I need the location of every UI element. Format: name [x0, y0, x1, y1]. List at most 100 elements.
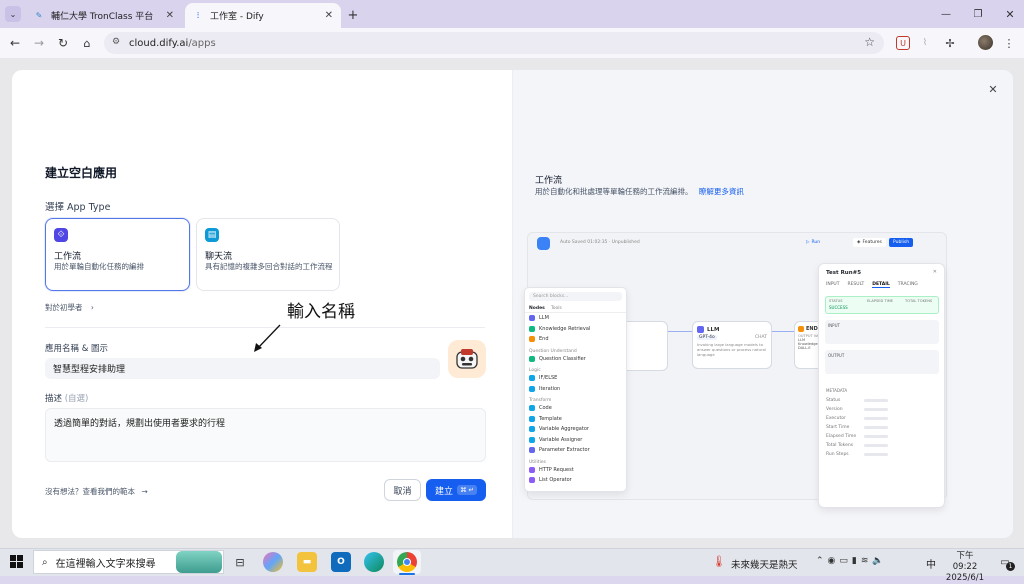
mock-llm-mode: CHAT — [754, 335, 767, 340]
mock-meta-list: Status Version Executor Start Time Elapsed T… — [826, 396, 888, 459]
node-type-icon — [529, 447, 535, 454]
back-icon[interactable]: ← — [6, 34, 24, 52]
browser-menu-icon[interactable]: ⋮ — [1002, 35, 1016, 51]
mock-menu-item: List Operator — [525, 475, 626, 486]
close-icon: ✕ — [932, 269, 937, 275]
app-type-workflow-card[interactable]: ⟐ 工作流 用於單輪自動化任務的編排 — [45, 218, 190, 291]
url-host: cloud.dify.ai — [129, 37, 189, 49]
learn-more-link[interactable]: 瞭解更多資訊 — [699, 187, 744, 196]
beginner-link[interactable]: 對於初學者 › — [45, 302, 94, 313]
mock-menu-list: LLM Knowledge Retrieval End Question Unders… — [525, 313, 626, 486]
chatflow-icon: ▤ — [205, 228, 219, 242]
node-type-icon — [529, 466, 535, 473]
windows-start-icon[interactable] — [10, 555, 23, 568]
node-type-icon — [529, 355, 535, 362]
app-type-chatflow-card[interactable]: ▤ 聊天流 具有記憶的複雜多回合對話的工作流程 — [196, 218, 340, 291]
create-button-label: 建立 — [434, 486, 453, 497]
mock-menu-item: Variable Aggregator — [525, 424, 626, 435]
dialog-title: 建立空白應用 — [45, 166, 118, 180]
mock-publish-label: Publish — [893, 240, 910, 245]
mock-meta-row: Elapsed Time — [826, 432, 888, 441]
extension-gray-icon[interactable]: ⌇ — [918, 36, 932, 50]
window-close-icon[interactable]: ✕ — [1000, 6, 1020, 22]
edge-icon[interactable] — [364, 552, 384, 572]
desc-label-text: 描述 — [45, 394, 63, 404]
meet-icon[interactable]: ◉ — [828, 556, 836, 566]
preview-title: 工作流 — [535, 176, 563, 186]
new-tab-button[interactable]: + — [345, 7, 361, 23]
node-type-icon — [529, 325, 535, 332]
ime-indicator[interactable]: 中 — [926, 556, 936, 571]
minimize-icon[interactable]: — — [936, 6, 956, 22]
close-icon[interactable]: ✕ — [166, 10, 174, 21]
storage-icon[interactable]: ▭ — [839, 556, 848, 566]
address-bar[interactable]: ⚙ cloud.dify.ai/apps ☆ — [104, 32, 884, 54]
mock-publish-button: Publish — [889, 238, 914, 247]
app-desc-textarea[interactable]: 透過簡單的對話，規劃出使用者要求的行程 — [45, 408, 486, 462]
app-type-desc: 具有記憶的複雜多回合對話的工作流程 — [205, 262, 333, 271]
chrome-icon[interactable] — [397, 552, 417, 572]
mock-llm-model: GPT-4o — [697, 335, 717, 340]
clock[interactable]: 下午 09:22 2025/6/1 — [943, 551, 987, 584]
mock-menu-item: Parameter Extractor — [525, 445, 626, 456]
outlook-icon[interactable]: O — [331, 552, 351, 572]
template-link[interactable]: 沒有想法？查看我們的範本 → — [45, 486, 148, 497]
create-button[interactable]: 建立 ⌘ ↵ — [426, 479, 486, 501]
mock-llm-text: Invoking large language models to answer… — [697, 342, 766, 357]
close-icon[interactable]: ✕ — [325, 10, 333, 21]
bookmark-star-icon[interactable]: ☆ — [864, 35, 875, 49]
mock-edge — [772, 331, 794, 332]
mock-input-box: INPUT — [825, 320, 939, 344]
task-view-icon[interactable]: ⊟ — [230, 553, 250, 571]
mock-meta-row: Version — [826, 405, 888, 414]
taskbar-search-text: 在這裡輸入文字來搜尋 — [55, 558, 156, 570]
speaker-icon[interactable]: 🔈 — [872, 556, 883, 566]
mock-run-button: ▷ Run — [806, 240, 821, 245]
mock-llm-node: LLM GPT-4o CHAT Invoking large language … — [692, 321, 772, 369]
mock-block-menu: Search blocks... Nodes Tools LLM Knowledge… — [524, 287, 627, 492]
name-label: 應用名稱 & 圖示 — [45, 344, 109, 354]
node-type-icon — [529, 436, 535, 443]
template-link-text: 沒有想法？查看我們的範本 — [45, 487, 135, 496]
forward-icon[interactable]: → — [30, 34, 48, 52]
dify-icon: ⫶ — [197, 10, 199, 20]
cancel-button[interactable]: 取消 — [384, 479, 421, 501]
restore-icon[interactable]: ❐ — [968, 6, 988, 22]
app-icon-picker[interactable] — [448, 340, 486, 378]
extension-red-icon[interactable]: U — [896, 36, 910, 50]
notification-badge: 1 — [1006, 562, 1015, 571]
url-path: /apps — [188, 37, 216, 49]
mock-features-label: Features — [862, 240, 882, 245]
extensions-puzzle-icon[interactable]: ✢ — [942, 35, 958, 51]
tab-search-button[interactable]: ⌄ — [5, 6, 21, 22]
mock-menu-item: Question Classifier — [525, 354, 626, 365]
llm-icon — [697, 326, 704, 333]
battery-icon[interactable]: ▮ — [852, 556, 857, 566]
beginner-link-text: 對於初學者 — [45, 303, 83, 312]
desc-optional-text: (自選) — [64, 394, 89, 404]
mock-menu-item: Template — [525, 414, 626, 425]
app-name-input[interactable]: 智慧型程安排助理 — [45, 358, 440, 379]
mock-meta-row: Run Steps — [826, 450, 888, 459]
site-info-icon[interactable]: ⚙ — [112, 37, 120, 47]
app-type-desc: 用於單輪自動化任務的編排 — [54, 262, 144, 271]
reload-icon[interactable]: ↻ — [54, 34, 72, 52]
mock-menu-group-head: Question Understand — [529, 348, 577, 354]
preview-desc: 用於自動化和批處理等單輪任務的工作流編排。 瞭解更多資訊 — [535, 186, 744, 197]
annotation-arrow — [254, 324, 281, 352]
node-type-icon — [529, 405, 535, 412]
home-icon[interactable]: ⌂ — [78, 34, 96, 52]
file-explorer-icon[interactable]: ▬ — [297, 552, 317, 572]
mock-menu-item: Variable Assigner — [525, 435, 626, 446]
tab-dify[interactable]: ⫶ 工作室 - Dify ✕ — [185, 3, 341, 28]
copilot-icon[interactable] — [263, 552, 283, 572]
mock-menu-group-head: Utilities — [529, 459, 546, 465]
wifi-icon[interactable]: ≋ — [861, 556, 869, 566]
chevron-up-icon[interactable]: ⌃ — [816, 556, 824, 566]
mock-end-title: END — [806, 326, 818, 332]
profile-avatar[interactable] — [978, 35, 993, 50]
dialog-close-button[interactable]: ✕ — [982, 78, 1004, 100]
tab-tronclass[interactable]: ✎ 輔仁大學 TronClass 平台 ✕ — [26, 3, 182, 28]
search-icon: ⌕ — [42, 556, 48, 568]
weather-text[interactable]: 未來幾天是熱天 — [731, 557, 798, 571]
